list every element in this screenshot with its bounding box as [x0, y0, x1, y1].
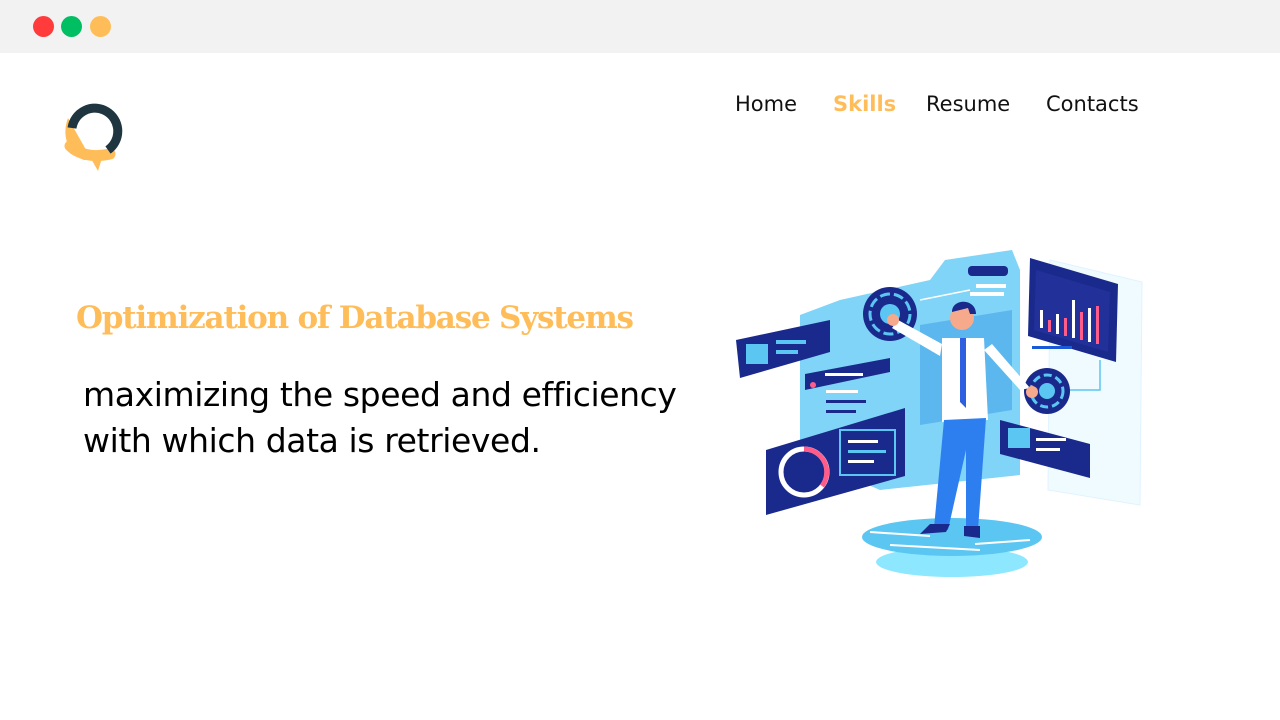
description-line: maximizing the speed and efficiency [83, 375, 677, 414]
nav-item-contacts[interactable]: Contacts [1046, 88, 1139, 120]
window-titlebar [0, 0, 1280, 53]
nav-item-skills[interactable]: Skills [833, 88, 896, 120]
description-line: with which data is retrieved. [83, 421, 541, 460]
nav-item-resume[interactable]: Resume [926, 88, 1010, 120]
data-analyst-illustration-icon [730, 240, 1150, 585]
page-title: Optimization of Database Systems [76, 300, 634, 336]
nav-item-home[interactable]: Home [735, 88, 797, 120]
hero-description: maximizing the speed and efficiency with… [83, 372, 683, 464]
window-close-button[interactable] [33, 16, 54, 37]
window-minimize-button[interactable] [90, 16, 111, 37]
window-maximize-button[interactable] [61, 16, 82, 37]
brand-logo-icon[interactable] [62, 100, 126, 176]
